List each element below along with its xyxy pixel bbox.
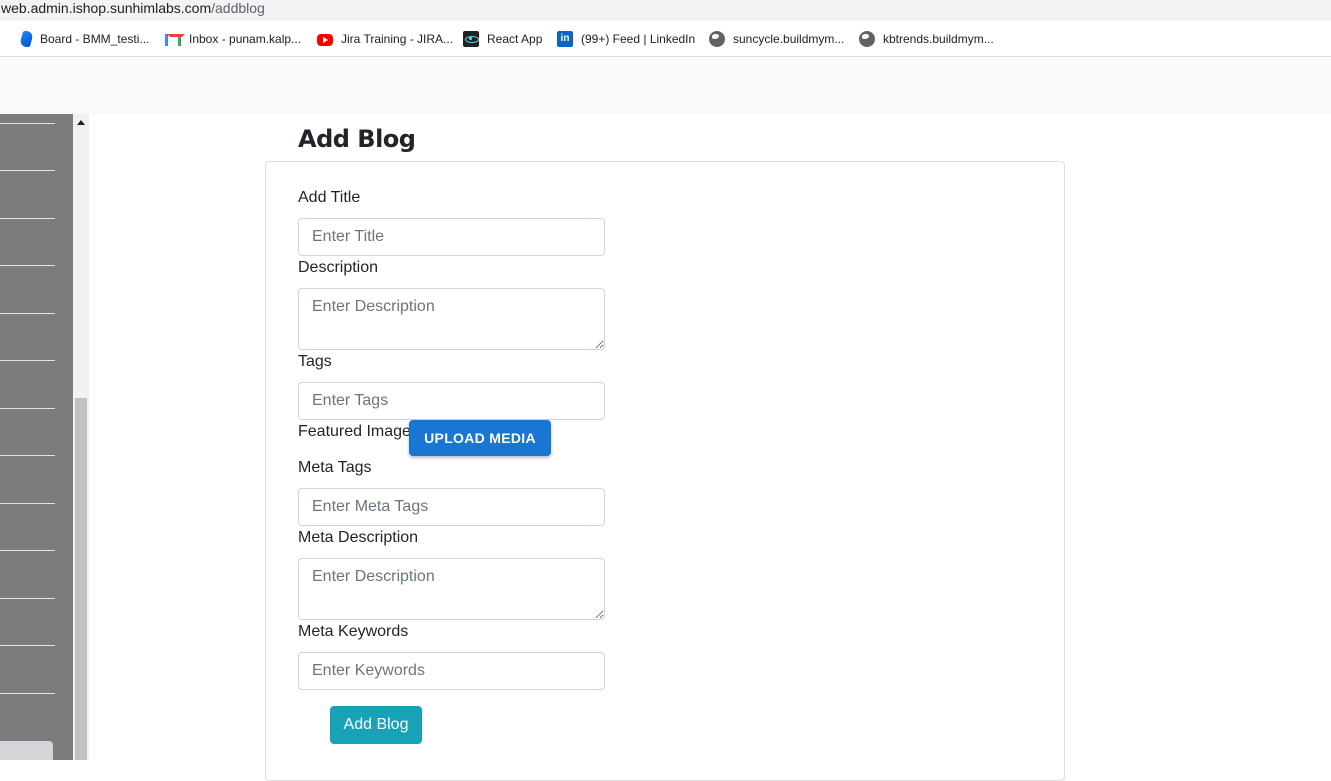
page-title: Add Blog [298, 125, 416, 153]
bookmark-label: React App [487, 32, 543, 46]
sidebar-divider [0, 218, 55, 219]
tags-label: Tags [298, 353, 332, 370]
sidebar-divider [0, 645, 55, 646]
bookmark-linkedin[interactable]: in (99+) Feed | LinkedIn [557, 30, 695, 48]
add-blog-submit-button[interactable]: Add Blog [330, 706, 422, 744]
sidebar-item-active[interactable] [0, 741, 53, 760]
sidebar-divider [0, 313, 55, 314]
sidebar-divider [0, 265, 55, 266]
sidebar-divider [0, 598, 55, 599]
bookmark-label: suncycle.buildmym... [733, 32, 845, 46]
bookmark-label: (99+) Feed | LinkedIn [581, 32, 696, 46]
sidebar-divider [0, 360, 55, 361]
sidebar-divider [0, 550, 55, 551]
meta-description-label: Meta Description [298, 529, 419, 546]
title-label: Add Title [298, 189, 361, 206]
meta-tags-input[interactable] [298, 488, 605, 526]
url-host: web.admin.ishop.sunhimlabs.com [1, 0, 212, 16]
bookmark-kbtrends[interactable]: kbtrends.buildmym... [859, 30, 994, 48]
bookmark-label: Jira Training - JIRA... [341, 32, 454, 46]
youtube-icon [317, 34, 333, 46]
bookmark-label: kbtrends.buildmym... [883, 32, 994, 46]
bookmark-suncycle[interactable]: suncycle.buildmym... [709, 30, 844, 48]
bookmark-inbox[interactable]: Inbox - punam.kalp... [165, 30, 301, 48]
meta-keywords-label: Meta Keywords [298, 623, 409, 640]
globe-icon [709, 31, 725, 47]
sidebar-divider [0, 693, 55, 694]
sidebar-divider [0, 455, 55, 456]
react-icon [463, 31, 479, 47]
bookmark-jira-training[interactable]: Jira Training - JIRA... [317, 30, 453, 48]
linkedin-icon: in [557, 31, 573, 47]
tags-input[interactable] [298, 382, 605, 420]
bookmark-label: Inbox - punam.kalp... [189, 32, 302, 46]
scrollbar-thumb[interactable] [75, 398, 87, 760]
meta-tags-label: Meta Tags [298, 459, 372, 476]
meta-keywords-input[interactable] [298, 652, 605, 690]
sidebar-divider [0, 123, 55, 124]
sidebar [0, 114, 73, 760]
bookmarks-bar: Board - BMM_testi... Inbox - punam.kalp.… [0, 21, 1331, 57]
url-path: /addblog [211, 0, 265, 16]
scroll-up-arrow-icon[interactable] [77, 120, 85, 125]
sidebar-divider [0, 408, 55, 409]
sidebar-divider [0, 170, 55, 171]
app-header [0, 58, 1331, 114]
upload-media-button[interactable]: UPLOAD MEDIA [409, 420, 551, 456]
globe-icon [859, 31, 875, 47]
featured-image-label: Featured Image [298, 423, 411, 440]
sidebar-divider [0, 503, 55, 504]
board-icon [18, 31, 35, 47]
bookmark-label: Board - BMM_testi... [40, 32, 150, 46]
bookmark-board[interactable]: Board - BMM_testi... [18, 30, 149, 48]
meta-description-textarea[interactable] [298, 558, 605, 620]
sidebar-scrollbar[interactable] [73, 114, 89, 760]
description-textarea[interactable] [298, 288, 605, 350]
gmail-icon [165, 34, 185, 46]
address-bar[interactable]: web.admin.ishop.sunhimlabs.com/addblog [0, 0, 1331, 21]
bookmark-react-app[interactable]: React App [463, 30, 542, 48]
title-input[interactable] [298, 218, 605, 256]
description-label: Description [298, 259, 379, 276]
